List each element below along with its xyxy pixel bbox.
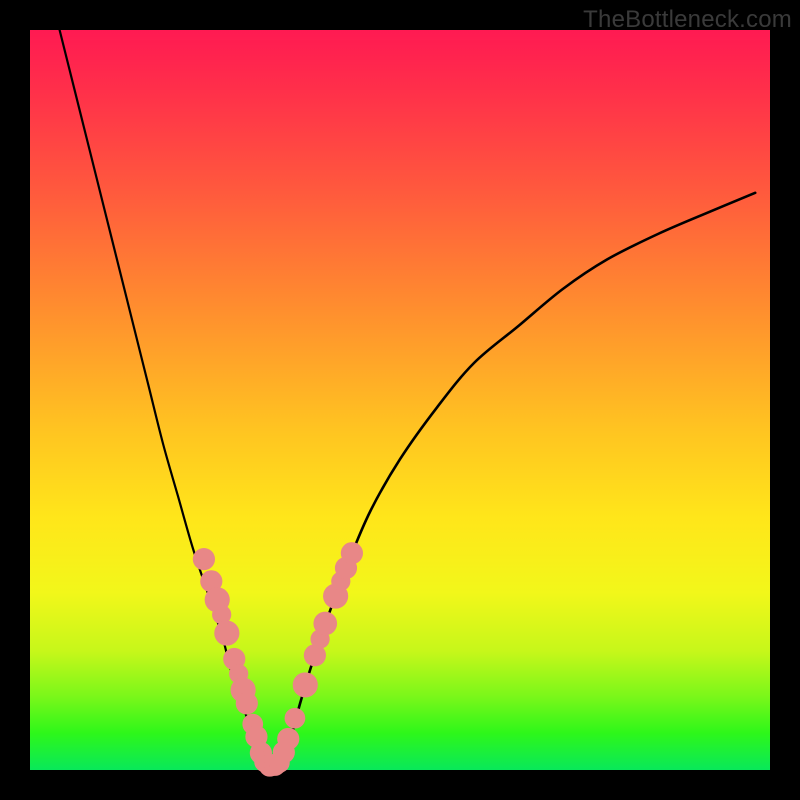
data-marker xyxy=(193,548,215,570)
data-marker xyxy=(214,621,239,646)
data-marker xyxy=(285,708,306,729)
curve-group xyxy=(60,30,756,766)
data-marker xyxy=(341,542,363,564)
bottleneck-curve xyxy=(282,193,756,763)
data-marker xyxy=(313,612,337,636)
plot-area xyxy=(30,30,770,770)
data-marker xyxy=(277,728,299,750)
curve-svg xyxy=(30,30,770,770)
marker-group xyxy=(193,542,363,777)
data-marker xyxy=(293,672,318,697)
data-marker xyxy=(236,692,258,714)
chart-container: TheBottleneck.com xyxy=(0,0,800,800)
